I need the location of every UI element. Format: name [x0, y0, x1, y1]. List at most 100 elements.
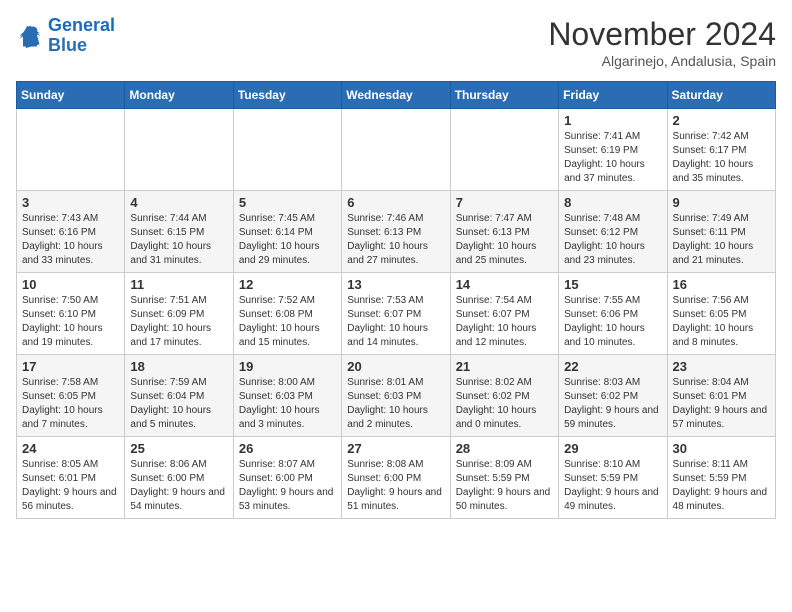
day-info: Sunrise: 7:53 AMSunset: 6:07 PMDaylight:… — [347, 294, 444, 350]
day-info: Sunrise: 8:03 AMSunset: 6:02 PMDaylight:… — [564, 376, 661, 432]
day-info: Sunrise: 7:46 AMSunset: 6:13 PMDaylight:… — [347, 212, 444, 268]
day-number: 17 — [22, 359, 119, 374]
calendar-cell: 21 Sunrise: 8:02 AMSunset: 6:02 PMDayligh… — [450, 355, 558, 437]
calendar-cell: 29 Sunrise: 8:10 AMSunset: 5:59 PMDayligh… — [559, 437, 667, 519]
day-number: 14 — [456, 277, 553, 292]
day-info: Sunrise: 8:10 AMSunset: 5:59 PMDaylight:… — [564, 458, 661, 514]
day-number: 11 — [130, 277, 227, 292]
calendar-cell: 13 Sunrise: 7:53 AMSunset: 6:07 PMDayligh… — [342, 273, 450, 355]
weekday-header-saturday: Saturday — [667, 82, 775, 109]
weekday-header-sunday: Sunday — [17, 82, 125, 109]
calendar-cell: 10 Sunrise: 7:50 AMSunset: 6:10 PMDayligh… — [17, 273, 125, 355]
calendar-cell: 2 Sunrise: 7:42 AMSunset: 6:17 PMDaylight… — [667, 109, 775, 191]
day-number: 12 — [239, 277, 336, 292]
calendar-cell: 4 Sunrise: 7:44 AMSunset: 6:15 PMDaylight… — [125, 191, 233, 273]
calendar-cell — [17, 109, 125, 191]
calendar-cell: 25 Sunrise: 8:06 AMSunset: 6:00 PMDayligh… — [125, 437, 233, 519]
day-info: Sunrise: 8:04 AMSunset: 6:01 PMDaylight:… — [673, 376, 770, 432]
day-info: Sunrise: 8:11 AMSunset: 5:59 PMDaylight:… — [673, 458, 770, 514]
day-info: Sunrise: 7:47 AMSunset: 6:13 PMDaylight:… — [456, 212, 553, 268]
day-info: Sunrise: 7:48 AMSunset: 6:12 PMDaylight:… — [564, 212, 661, 268]
calendar-cell: 12 Sunrise: 7:52 AMSunset: 6:08 PMDayligh… — [233, 273, 341, 355]
day-info: Sunrise: 7:51 AMSunset: 6:09 PMDaylight:… — [130, 294, 227, 350]
week-row-2: 3 Sunrise: 7:43 AMSunset: 6:16 PMDaylight… — [17, 191, 776, 273]
day-info: Sunrise: 8:06 AMSunset: 6:00 PMDaylight:… — [130, 458, 227, 514]
day-number: 4 — [130, 195, 227, 210]
calendar-cell: 27 Sunrise: 8:08 AMSunset: 6:00 PMDayligh… — [342, 437, 450, 519]
calendar-cell: 22 Sunrise: 8:03 AMSunset: 6:02 PMDayligh… — [559, 355, 667, 437]
day-number: 19 — [239, 359, 336, 374]
calendar-cell: 30 Sunrise: 8:11 AMSunset: 5:59 PMDayligh… — [667, 437, 775, 519]
weekday-header-row: SundayMondayTuesdayWednesdayThursdayFrid… — [17, 82, 776, 109]
day-number: 15 — [564, 277, 661, 292]
day-number: 8 — [564, 195, 661, 210]
calendar-cell: 17 Sunrise: 7:58 AMSunset: 6:05 PMDayligh… — [17, 355, 125, 437]
weekday-header-tuesday: Tuesday — [233, 82, 341, 109]
day-info: Sunrise: 7:49 AMSunset: 6:11 PMDaylight:… — [673, 212, 770, 268]
weekday-header-wednesday: Wednesday — [342, 82, 450, 109]
day-info: Sunrise: 8:00 AMSunset: 6:03 PMDaylight:… — [239, 376, 336, 432]
day-number: 10 — [22, 277, 119, 292]
day-info: Sunrise: 7:56 AMSunset: 6:05 PMDaylight:… — [673, 294, 770, 350]
logo: General Blue — [16, 16, 115, 56]
week-row-4: 17 Sunrise: 7:58 AMSunset: 6:05 PMDayligh… — [17, 355, 776, 437]
weekday-header-monday: Monday — [125, 82, 233, 109]
week-row-5: 24Sunrise: 8:05 AMSunset: 6:01 PMDayligh… — [17, 437, 776, 519]
logo-line2: Blue — [48, 35, 87, 55]
day-number: 27 — [347, 441, 444, 456]
day-info: Sunrise: 7:59 AMSunset: 6:04 PMDaylight:… — [130, 376, 227, 432]
day-number: 21 — [456, 359, 553, 374]
calendar-cell: 20Sunrise: 8:01 AMSunset: 6:03 PMDayligh… — [342, 355, 450, 437]
day-number: 13 — [347, 277, 444, 292]
calendar-cell — [233, 109, 341, 191]
day-number: 3 — [22, 195, 119, 210]
day-info: Sunrise: 8:09 AMSunset: 5:59 PMDaylight:… — [456, 458, 553, 514]
day-number: 7 — [456, 195, 553, 210]
calendar-cell: 19 Sunrise: 8:00 AMSunset: 6:03 PMDayligh… — [233, 355, 341, 437]
calendar-cell: 6Sunrise: 7:46 AMSunset: 6:13 PMDaylight… — [342, 191, 450, 273]
day-info: Sunrise: 7:52 AMSunset: 6:08 PMDaylight:… — [239, 294, 336, 350]
day-info: Sunrise: 8:02 AMSunset: 6:02 PMDaylight:… — [456, 376, 553, 432]
calendar-table: SundayMondayTuesdayWednesdayThursdayFrid… — [16, 81, 776, 519]
day-number: 18 — [130, 359, 227, 374]
calendar-cell: 5 Sunrise: 7:45 AMSunset: 6:14 PMDaylight… — [233, 191, 341, 273]
day-number: 30 — [673, 441, 770, 456]
weekday-header-friday: Friday — [559, 82, 667, 109]
day-number: 28 — [456, 441, 553, 456]
day-number: 2 — [673, 113, 770, 128]
calendar-cell: 1Sunrise: 7:41 AMSunset: 6:19 PMDaylight… — [559, 109, 667, 191]
calendar-cell: 9Sunrise: 7:49 AMSunset: 6:11 PMDaylight… — [667, 191, 775, 273]
calendar-cell: 23Sunrise: 8:04 AMSunset: 6:01 PMDayligh… — [667, 355, 775, 437]
day-info: Sunrise: 7:55 AMSunset: 6:06 PMDaylight:… — [564, 294, 661, 350]
day-info: Sunrise: 7:58 AMSunset: 6:05 PMDaylight:… — [22, 376, 119, 432]
day-info: Sunrise: 7:44 AMSunset: 6:15 PMDaylight:… — [130, 212, 227, 268]
day-info: Sunrise: 8:05 AMSunset: 6:01 PMDaylight:… — [22, 458, 119, 514]
day-number: 25 — [130, 441, 227, 456]
day-info: Sunrise: 7:50 AMSunset: 6:10 PMDaylight:… — [22, 294, 119, 350]
week-row-3: 10 Sunrise: 7:50 AMSunset: 6:10 PMDayligh… — [17, 273, 776, 355]
calendar-cell: 16Sunrise: 7:56 AMSunset: 6:05 PMDayligh… — [667, 273, 775, 355]
day-info: Sunrise: 8:07 AMSunset: 6:00 PMDaylight:… — [239, 458, 336, 514]
day-info: Sunrise: 8:08 AMSunset: 6:00 PMDaylight:… — [347, 458, 444, 514]
calendar-cell: 18 Sunrise: 7:59 AMSunset: 6:04 PMDayligh… — [125, 355, 233, 437]
month-title: November 2024 — [548, 16, 776, 53]
calendar-cell — [450, 109, 558, 191]
calendar-cell: 11 Sunrise: 7:51 AMSunset: 6:09 PMDayligh… — [125, 273, 233, 355]
day-info: Sunrise: 7:43 AMSunset: 6:16 PMDaylight:… — [22, 212, 119, 268]
calendar-cell: 14Sunrise: 7:54 AMSunset: 6:07 PMDayligh… — [450, 273, 558, 355]
weekday-header-thursday: Thursday — [450, 82, 558, 109]
day-number: 5 — [239, 195, 336, 210]
day-info: Sunrise: 7:45 AMSunset: 6:14 PMDaylight:… — [239, 212, 336, 268]
week-row-1: 1Sunrise: 7:41 AMSunset: 6:19 PMDaylight… — [17, 109, 776, 191]
day-number: 29 — [564, 441, 661, 456]
calendar-cell: 24Sunrise: 8:05 AMSunset: 6:01 PMDayligh… — [17, 437, 125, 519]
day-number: 22 — [564, 359, 661, 374]
page-header: General Blue November 2024 Algarinejo, A… — [16, 16, 776, 69]
logo-text: General Blue — [48, 16, 115, 56]
day-info: Sunrise: 7:41 AMSunset: 6:19 PMDaylight:… — [564, 130, 661, 186]
calendar-cell: 28 Sunrise: 8:09 AMSunset: 5:59 PMDayligh… — [450, 437, 558, 519]
day-info: Sunrise: 8:01 AMSunset: 6:03 PMDaylight:… — [347, 376, 444, 432]
day-info: Sunrise: 7:42 AMSunset: 6:17 PMDaylight:… — [673, 130, 770, 186]
calendar-cell: 3 Sunrise: 7:43 AMSunset: 6:16 PMDaylight… — [17, 191, 125, 273]
calendar-cell: 15 Sunrise: 7:55 AMSunset: 6:06 PMDayligh… — [559, 273, 667, 355]
